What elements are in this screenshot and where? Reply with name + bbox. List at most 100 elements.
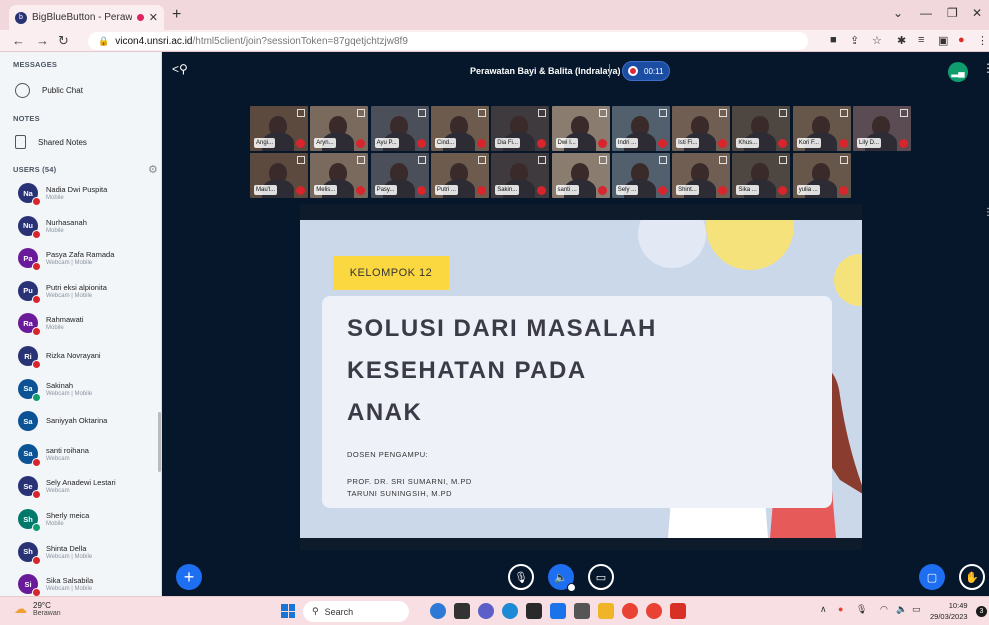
webcam-tile[interactable]: Dia Fi... xyxy=(491,106,550,151)
webcam-tile[interactable]: Cind... xyxy=(430,106,489,151)
edge-browser-icon[interactable] xyxy=(502,603,518,619)
user-list-item[interactable]: Na Nadia Dwi Puspita Mobile xyxy=(18,183,158,206)
forward-button[interactable]: → xyxy=(36,33,49,48)
user-list-item[interactable]: Pu Putri eksi alpionita Webcam | Mobile xyxy=(18,280,158,304)
fullscreen-icon[interactable] xyxy=(477,156,486,164)
reload-button[interactable]: ↻ xyxy=(58,33,69,49)
tab-search-icon[interactable]: ⌄ xyxy=(893,6,903,20)
share-icon[interactable]: ⇪ xyxy=(850,34,859,47)
chrome-profile-app-icon[interactable] xyxy=(646,603,662,619)
user-list-item[interactable]: Se Sely Anadewi Lestari Webcam xyxy=(18,476,158,500)
options-menu-icon[interactable]: ⋮ xyxy=(982,61,989,75)
user-list-item[interactable]: Nu Nurhasanah Mobile xyxy=(18,215,158,239)
webcam-tile[interactable]: Indri ... xyxy=(611,106,670,151)
fullscreen-icon[interactable] xyxy=(779,156,788,164)
notification-badge[interactable]: 3 xyxy=(976,606,987,617)
file-explorer-icon[interactable] xyxy=(598,603,614,619)
browser-tab[interactable]: b BigBlueButton - Perawatan B ✕ xyxy=(9,5,164,30)
fullscreen-icon[interactable] xyxy=(538,109,547,117)
taskbar-search[interactable]: ⚲ Search xyxy=(303,601,409,622)
webcam-tile[interactable]: santi ... xyxy=(551,153,610,198)
chat-app-icon[interactable] xyxy=(478,603,494,619)
fullscreen-icon[interactable] xyxy=(658,109,667,117)
new-tab-button[interactable]: + xyxy=(172,6,181,24)
user-list-item[interactable]: Ra Rahmawati Mobile xyxy=(18,313,158,337)
toggle-user-list-icon[interactable]: <⚲ xyxy=(172,62,188,76)
webcam-tile[interactable]: Isti Fi... xyxy=(672,106,731,151)
fullscreen-icon[interactable] xyxy=(839,109,848,117)
webcam-tile[interactable]: Angi... xyxy=(250,106,308,151)
chrome-app-icon[interactable] xyxy=(622,603,638,619)
wifi-icon[interactable]: ◠ xyxy=(880,604,888,615)
fullscreen-icon[interactable] xyxy=(297,156,305,164)
fullscreen-icon[interactable] xyxy=(658,156,667,164)
user-list-item[interactable]: Sa Sakinah Webcam | Mobile xyxy=(18,378,158,402)
weather-widget[interactable]: ☁ 29°C Berawan xyxy=(14,601,61,617)
profile-avatar-icon[interactable]: ● xyxy=(958,34,965,46)
leave-audio-button[interactable]: 🔈 xyxy=(548,564,576,592)
fullscreen-icon[interactable] xyxy=(297,109,305,117)
acrobat-app-icon[interactable] xyxy=(670,603,686,619)
user-list-item[interactable]: Sa Saniyyah Oktarina xyxy=(18,411,158,432)
screen-share-button[interactable]: ▢ xyxy=(919,564,945,590)
start-windows-icon[interactable] xyxy=(281,604,295,618)
webcam-tile[interactable]: Khus... xyxy=(732,106,791,151)
fullscreen-icon[interactable] xyxy=(417,109,426,117)
bookmark-star-icon[interactable]: ☆ xyxy=(872,34,882,47)
webcam-tile[interactable]: Sely ... xyxy=(611,153,670,198)
store-app-icon[interactable] xyxy=(526,603,542,619)
fullscreen-icon[interactable] xyxy=(357,109,366,117)
microphone-tray-icon[interactable]: 🎙 xyxy=(856,604,867,615)
public-chat-item[interactable]: Public Chat xyxy=(15,83,83,98)
recording-indicator[interactable]: 00:11 xyxy=(622,61,670,81)
fullscreen-icon[interactable] xyxy=(900,109,908,117)
user-list-item[interactable]: Ri Rizka Novrayani xyxy=(18,346,158,369)
mute-mic-button[interactable]: 🎙 xyxy=(508,564,534,590)
raise-hand-button[interactable]: ✋ xyxy=(959,564,985,590)
show-hidden-icons[interactable]: ∧ xyxy=(820,604,827,615)
webcam-tile[interactable]: Melis... xyxy=(310,153,369,198)
audio-settings-dot[interactable] xyxy=(567,583,576,592)
word-app-icon[interactable] xyxy=(550,603,566,619)
presentation-options-icon[interactable]: ⋮ xyxy=(983,207,989,218)
camera-app-icon[interactable] xyxy=(574,603,590,619)
webcam-tile[interactable]: Aryn... xyxy=(310,106,369,151)
extensions-icon[interactable]: ✱ xyxy=(897,34,906,47)
webcam-tile[interactable]: Pasy... xyxy=(370,153,429,198)
restore-button[interactable]: ❐ xyxy=(947,6,958,20)
webcam-tile[interactable]: Ayu P... xyxy=(370,106,429,151)
shared-notes-item[interactable]: Shared Notes xyxy=(15,135,87,149)
fullscreen-icon[interactable] xyxy=(477,109,486,117)
webcam-tile[interactable]: Putri ... xyxy=(430,153,489,198)
fullscreen-icon[interactable] xyxy=(719,109,728,117)
fullscreen-icon[interactable] xyxy=(719,156,728,164)
fullscreen-icon[interactable] xyxy=(538,156,547,164)
close-tab-icon[interactable]: ✕ xyxy=(149,11,158,24)
user-list-item[interactable]: Sa santi roihana Webcam xyxy=(18,443,158,467)
fullscreen-icon[interactable] xyxy=(598,156,607,164)
webcam-tile[interactable]: Kori F... xyxy=(792,106,851,151)
minimize-button[interactable]: — xyxy=(920,6,932,20)
webcam-tile[interactable]: Lily D... xyxy=(853,106,911,151)
fullscreen-icon[interactable] xyxy=(839,156,848,164)
user-list-item[interactable]: Sh Shinta Della Webcam | Mobile xyxy=(18,541,158,565)
url-field[interactable]: 🔒 vicon4.unsri.ac.id/html5client/join?se… xyxy=(88,32,808,50)
share-webcam-button[interactable]: ▭ xyxy=(588,564,614,590)
tray-app-icon[interactable]: ● xyxy=(838,604,843,614)
webcam-tile[interactable]: Mau'l... xyxy=(250,153,308,198)
fullscreen-icon[interactable] xyxy=(779,109,788,117)
fullscreen-icon[interactable] xyxy=(598,109,607,117)
side-panel-icon[interactable]: ▣ xyxy=(938,34,948,47)
webcam-tile[interactable]: yulia ... xyxy=(792,153,851,198)
battery-icon[interactable]: ▭ xyxy=(912,604,921,615)
back-button[interactable]: ← xyxy=(12,33,25,48)
connection-status-icon[interactable]: ▂▄ xyxy=(948,62,968,82)
widgets-app-icon[interactable] xyxy=(430,603,446,619)
clock[interactable]: 10:49 29/03/2023 xyxy=(930,600,968,622)
sidebar-scrollbar[interactable] xyxy=(158,412,161,472)
fullscreen-icon[interactable] xyxy=(357,156,366,164)
reading-list-icon[interactable]: ≡ xyxy=(918,34,924,46)
webcam-tile[interactable]: Sika ... xyxy=(732,153,791,198)
task-view-icon[interactable] xyxy=(454,603,470,619)
browser-menu-icon[interactable]: ⋮ xyxy=(977,34,988,47)
